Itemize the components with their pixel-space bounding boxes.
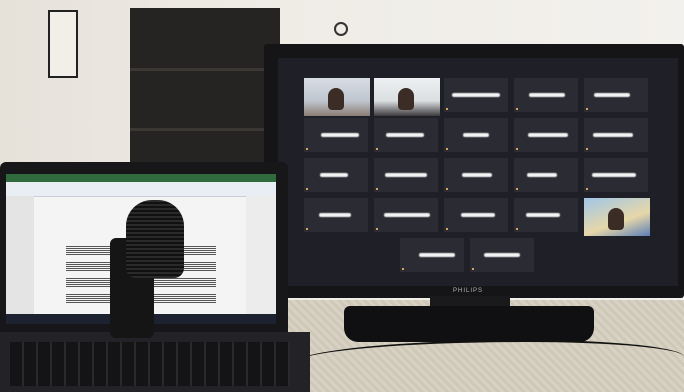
mic-indicator-icon (402, 268, 404, 270)
mic-indicator-icon (446, 108, 448, 110)
mic-indicator-icon (306, 188, 308, 190)
participant-name-tile (584, 78, 648, 112)
redacted-name (452, 93, 500, 97)
mic-indicator-icon (376, 148, 378, 150)
redacted-name (462, 173, 492, 177)
redacted-name (385, 173, 427, 177)
mic-indicator-icon (376, 228, 378, 230)
video-tile (584, 198, 650, 236)
redacted-name (593, 133, 633, 137)
monitor-brand-label: PHILIPS (452, 288, 483, 294)
mic-indicator-icon (446, 188, 448, 190)
laptop-app-toolbar (6, 174, 276, 182)
participant-name-tile (400, 238, 464, 272)
mic-indicator-icon (306, 228, 308, 230)
participant-name-tile (444, 198, 508, 232)
participant-name-tile (584, 158, 648, 192)
mic-indicator-icon (446, 228, 448, 230)
participant-name-tile (444, 158, 508, 192)
monitor-screen (278, 58, 678, 286)
participant-name-tile (304, 158, 368, 192)
redacted-name (419, 253, 455, 257)
redacted-name (386, 133, 424, 137)
redacted-name (384, 213, 430, 217)
mic-indicator-icon (586, 188, 588, 190)
mic-indicator-icon (376, 188, 378, 190)
mic-indicator-icon (516, 108, 518, 110)
video-tile (374, 78, 440, 116)
participant-name-tile (514, 158, 578, 192)
redacted-name (461, 213, 495, 217)
keyboard (10, 342, 290, 386)
participant-name-tile (374, 118, 438, 152)
redacted-name (321, 133, 359, 137)
redacted-name (526, 213, 560, 217)
mic-indicator-icon (446, 148, 448, 150)
wall-hook (334, 22, 348, 36)
participant-name-tile (304, 118, 368, 152)
participant-name-tile (514, 198, 578, 232)
participant-name-tile (584, 118, 648, 152)
participant-name-tile (374, 158, 438, 192)
mic-indicator-icon (516, 228, 518, 230)
participant-name-tile (444, 118, 508, 152)
mic-indicator-icon (586, 108, 588, 110)
mic-indicator-icon (306, 148, 308, 150)
participant-name-tile (444, 78, 508, 112)
mic-indicator-icon (472, 268, 474, 270)
redacted-name (594, 93, 630, 97)
wall-picture-frame (48, 10, 78, 78)
participant-name-tile (514, 118, 578, 152)
participant-name-tile (514, 78, 578, 112)
microphone-grille (126, 200, 184, 278)
mic-indicator-icon (516, 188, 518, 190)
redacted-name (592, 173, 636, 177)
participant-silhouette (398, 88, 414, 110)
participant-silhouette (608, 208, 624, 230)
redacted-name (528, 133, 568, 137)
redacted-name (319, 213, 351, 217)
redacted-name (484, 253, 520, 257)
participant-name-tile (470, 238, 534, 272)
mic-indicator-icon (586, 148, 588, 150)
video-tile (304, 78, 370, 116)
redacted-name (320, 173, 348, 177)
participant-name-tile (304, 198, 368, 232)
participant-silhouette (328, 88, 344, 110)
participant-name-tile (374, 198, 438, 232)
redacted-name (527, 173, 557, 177)
mic-indicator-icon (516, 148, 518, 150)
monitor-stand (344, 306, 594, 342)
redacted-name (463, 133, 489, 137)
redacted-name (529, 93, 565, 97)
